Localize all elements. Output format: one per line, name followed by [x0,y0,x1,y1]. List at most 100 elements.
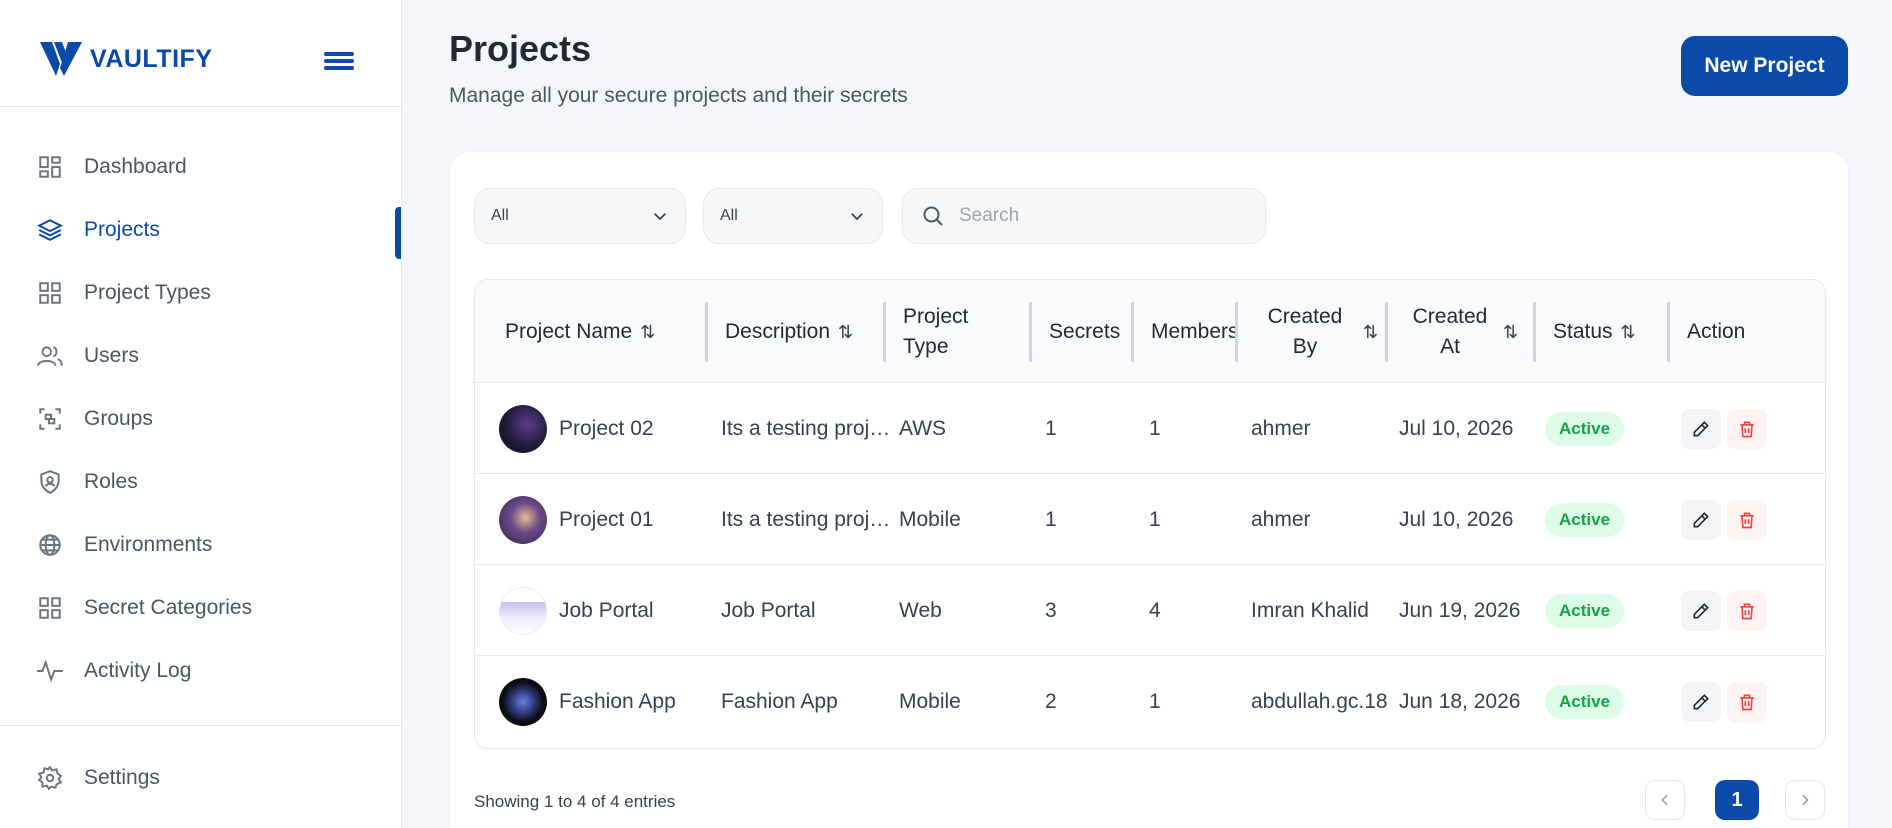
trash-icon [1740,512,1754,528]
sidebar-item-label: Projects [84,217,160,241]
column-header-created-at[interactable]: Created At ⇅ [1385,280,1533,383]
sidebar-item-users[interactable]: Users [0,324,401,387]
sidebar-item-label: Environments [84,532,213,556]
page-subtitle: Manage all your secure projects and thei… [449,84,908,107]
column-header-label: Created At [1412,304,1488,358]
cell-secrets: 1 [1045,416,1057,440]
cell-project-name: Fashion App [499,656,709,747]
cell-secrets: 2 [1045,689,1057,713]
sidebar-item-roles[interactable]: Roles [0,450,401,513]
filter-select-1[interactable]: All [474,188,686,244]
edit-button[interactable] [1681,681,1721,722]
sidebar-item-environments[interactable]: Environments [0,513,401,576]
groups-icon [36,405,64,433]
brand-name: VAULTIFY [90,44,213,73]
cell-project-name: Job Portal [499,565,709,656]
cell-created-by: abdullah.gc.18 [1251,689,1388,713]
chevron-down-icon [654,213,666,221]
cell-project-type: Mobile [899,689,961,713]
sort-icon: ⇅ [1620,321,1636,342]
column-header-members: Members [1131,280,1239,383]
edit-button[interactable] [1681,408,1721,449]
sidebar-item-activity-log[interactable]: Activity Log [0,639,401,702]
cell-members: 1 [1149,507,1161,531]
sidebar-item-label: Roles [84,469,138,493]
sidebar-item-label: Settings [84,765,160,789]
cell-created-by: Imran Khalid [1251,598,1369,622]
table-row[interactable]: Project 01 Its a testing proj… Mobile 1 … [475,474,1825,565]
column-header-project-name[interactable]: Project Name ⇅ [505,280,705,383]
layers-icon [36,216,64,244]
gear-icon [36,764,64,792]
sidebar-item-groups[interactable]: Groups [0,387,401,450]
filter-value: All [720,207,738,224]
trash-icon [1740,421,1754,437]
cell-actions [1681,474,1811,565]
column-header-label: Status [1553,319,1613,343]
cell-description: Its a testing proj… [721,416,891,440]
project-avatar [499,495,547,544]
brand-logo[interactable]: VAULTIFY [38,38,213,80]
trash-icon [1740,603,1754,619]
filter-select-2[interactable]: All [703,188,883,244]
edit-button[interactable] [1681,499,1721,540]
cell-created-by: ahmer [1251,507,1311,531]
cell-project-type: Web [899,598,942,622]
search-input[interactable] [959,205,1239,227]
delete-button[interactable] [1727,499,1767,540]
column-header-created-by[interactable]: Created By ⇅ [1235,280,1385,383]
chevron-left-icon [1661,794,1668,806]
new-project-button[interactable]: New Project [1681,36,1848,96]
delete-button[interactable] [1727,408,1767,449]
cell-description: Fashion App [721,689,838,713]
cell-status: Active [1545,383,1665,474]
project-avatar [499,404,547,453]
pagination-prev-button[interactable] [1645,780,1685,820]
sidebar-item-project-types[interactable]: Project Types [0,261,401,324]
column-header-label: Project Type [903,304,969,358]
table-row[interactable]: Job Portal Job Portal Web 3 4 Imran Khal… [475,565,1825,656]
sort-icon: ⇅ [838,321,854,342]
pagination-page-button[interactable]: 1 [1715,780,1759,820]
status-badge: Active [1545,684,1625,719]
project-name: Project 01 [559,507,654,531]
table-row[interactable]: Fashion App Fashion App Mobile 2 1 abdul… [475,656,1825,747]
sidebar-item-settings[interactable]: Settings [0,746,401,809]
sidebar-item-secret-categories[interactable]: Secret Categories [0,576,401,639]
cell-created-at: Jun 19, 2026 [1399,598,1521,622]
cell-description: Its a testing proj… [721,507,891,531]
pagination-next-button[interactable] [1785,780,1825,820]
status-badge: Active [1545,502,1625,537]
column-header-action: Action [1667,280,1825,383]
column-header-description[interactable]: Description ⇅ [705,280,883,383]
column-header-label: Secrets [1049,319,1121,343]
cell-project-name: Project 01 [499,474,709,565]
grid-icon [36,279,64,307]
column-header-label: Action [1687,319,1746,343]
sidebar-item-projects[interactable]: Projects [0,198,401,261]
sidebar-item-dashboard[interactable]: Dashboard [0,135,401,198]
activity-icon [36,657,64,685]
column-header-project-type: Project Type [883,280,1029,383]
sort-icon: ⇅ [640,321,656,342]
pencil-icon [1693,602,1709,618]
table-row[interactable]: Project 02 Its a testing proj… AWS 1 1 a… [475,383,1825,474]
column-header-label: Created By [1267,304,1343,358]
chevron-right-icon [1802,794,1809,806]
search-icon [923,206,943,226]
cell-actions [1681,565,1811,656]
cell-description: Job Portal [721,598,816,622]
cell-members: 1 [1149,416,1161,440]
sort-icon: ⇅ [1503,321,1519,342]
sidebar-item-label: Dashboard [84,154,187,178]
edit-button[interactable] [1681,590,1721,631]
cell-status: Active [1545,565,1665,656]
delete-button[interactable] [1727,590,1767,631]
column-header-status[interactable]: Status ⇅ [1533,280,1667,383]
project-name: Job Portal [559,598,654,622]
status-badge: Active [1545,593,1625,628]
menu-toggle-button[interactable] [322,47,356,75]
dashboard-icon [36,153,64,181]
delete-button[interactable] [1727,681,1767,722]
cell-created-at: Jul 10, 2026 [1399,507,1514,531]
